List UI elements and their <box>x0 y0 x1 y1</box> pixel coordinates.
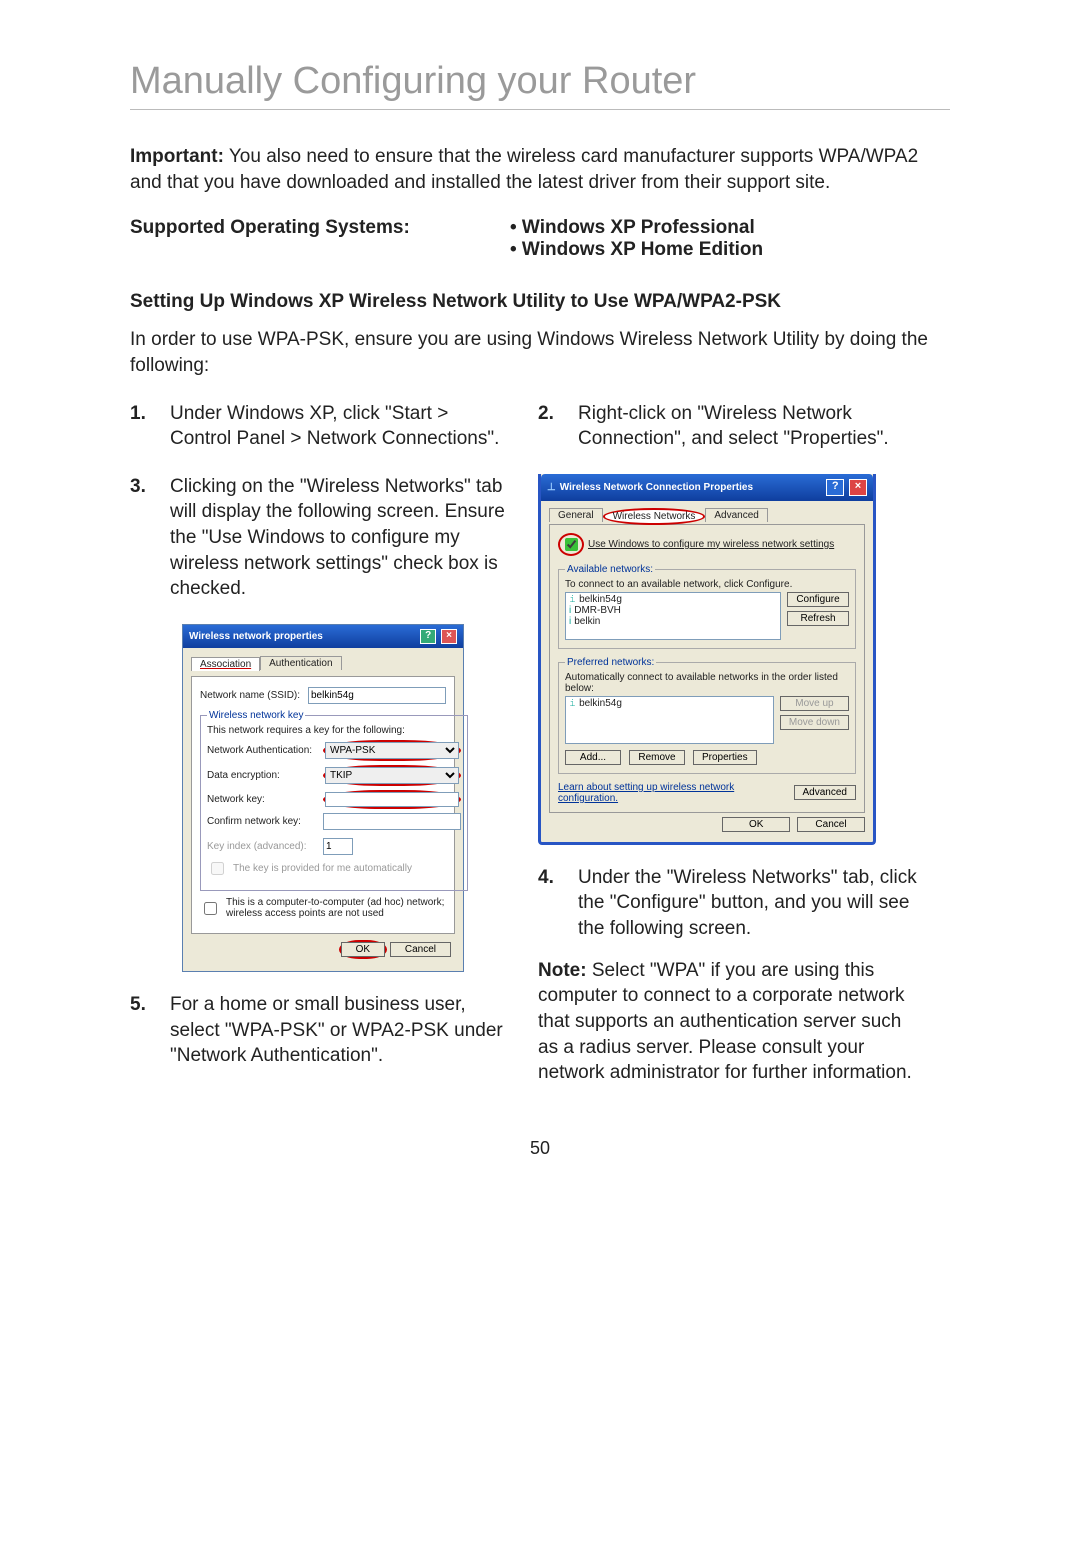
connection-properties-dialog: ⊥Wireless Network Connection Properties … <box>538 474 876 845</box>
tab-wireless-networks[interactable]: Wireless Networks <box>603 508 706 525</box>
signal-icon: 𝚒 <box>569 698 576 709</box>
ok-button[interactable]: OK <box>722 817 790 832</box>
adhoc-label: This is a computer-to-computer (ad hoc) … <box>226 897 446 919</box>
properties-button[interactable]: Properties <box>693 750 757 765</box>
important-paragraph: Important: You also need to ensure that … <box>130 144 950 195</box>
tab-association[interactable]: Association <box>191 657 260 671</box>
important-text: You also need to ensure that the wireles… <box>130 146 918 193</box>
available-hint: To connect to an available network, clic… <box>565 579 849 590</box>
ok-button[interactable]: OK <box>341 942 385 957</box>
list-item[interactable]: belkin <box>574 616 600 627</box>
antenna-icon: ⊥ <box>547 482 556 493</box>
tab-advanced[interactable]: Advanced <box>705 508 767 522</box>
auth-select[interactable]: WPA-PSK <box>325 742 459 759</box>
intro-paragraph: In order to use WPA-PSK, ensure you are … <box>130 327 950 378</box>
step-number: 3. <box>130 474 152 602</box>
step-number: 4. <box>538 865 560 942</box>
auto-key-checkbox <box>211 862 224 875</box>
page-title: Manually Configuring your Router <box>130 60 950 110</box>
preferred-legend: Preferred networks: <box>565 657 656 668</box>
list-item[interactable]: belkin54g <box>579 698 622 709</box>
tab-general[interactable]: General <box>549 508 603 522</box>
move-down-button: Move down <box>780 715 849 730</box>
preferred-listbox[interactable]: 𝚒belkin54g <box>565 696 774 744</box>
available-listbox[interactable]: 𝚒belkin54g iDMR-BVH ibelkin <box>565 592 781 640</box>
cancel-button[interactable]: Cancel <box>390 942 451 957</box>
dialog-title: Wireless Network Connection Properties <box>560 482 753 493</box>
cancel-button[interactable]: Cancel <box>797 817 865 832</box>
use-windows-checkbox[interactable] <box>565 538 578 551</box>
ssid-label: Network name (SSID): <box>200 690 302 701</box>
signal-icon: i <box>569 616 571 627</box>
ssid-input[interactable] <box>308 687 446 704</box>
move-up-button: Move up <box>780 696 849 711</box>
os-item-1: • Windows XP Professional <box>510 217 763 239</box>
learn-link[interactable]: Learn about setting up wireless network … <box>558 782 788 804</box>
dialog-title: Wireless network properties <box>189 631 323 642</box>
configure-button[interactable]: Configure <box>787 592 849 607</box>
enc-label: Data encryption: <box>207 770 317 781</box>
available-legend: Available networks: <box>565 564 655 575</box>
step-text: Under the "Wireless Networks" tab, click… <box>578 865 918 942</box>
step-text: Right-click on "Wireless Network Connect… <box>578 401 918 452</box>
use-windows-label: Use Windows to configure my wireless net… <box>588 539 834 550</box>
list-item[interactable]: DMR-BVH <box>574 605 621 616</box>
adhoc-checkbox[interactable] <box>204 902 217 915</box>
important-label: Important: <box>130 146 224 167</box>
key-label: Network key: <box>207 794 317 805</box>
key-input[interactable] <box>325 792 459 807</box>
help-icon[interactable]: ? <box>826 479 844 496</box>
step-text: For a home or small business user, selec… <box>170 992 510 1069</box>
section-subheading: Setting Up Windows XP Wireless Network U… <box>130 291 950 313</box>
signal-icon: 𝚒 <box>569 594 576 605</box>
os-item-2: • Windows XP Home Edition <box>510 239 763 261</box>
preferred-hint: Automatically connect to available netwo… <box>565 672 849 694</box>
auth-label: Network Authentication: <box>207 745 317 756</box>
confirm-key-input[interactable] <box>323 813 461 830</box>
advanced-button[interactable]: Advanced <box>794 785 856 800</box>
step-number: 1. <box>130 401 152 452</box>
step-text: Clicking on the "Wireless Networks" tab … <box>170 474 510 602</box>
add-button[interactable]: Add... <box>565 750 621 765</box>
key-required-text: This network requires a key for the foll… <box>207 725 461 736</box>
list-item[interactable]: belkin54g <box>579 594 622 605</box>
tab-authentication[interactable]: Authentication <box>260 656 341 670</box>
refresh-button[interactable]: Refresh <box>787 611 849 626</box>
supported-os-label: Supported Operating Systems: <box>130 217 450 261</box>
page-number: 50 <box>130 1138 950 1159</box>
key-index-label: Key index (advanced): <box>207 841 317 852</box>
help-icon[interactable]: ? <box>420 629 436 644</box>
step-number: 5. <box>130 992 152 1069</box>
signal-icon: i <box>569 605 571 616</box>
enc-select[interactable]: TKIP <box>325 767 459 784</box>
note-paragraph: Note: Select "WPA" if you are using this… <box>538 958 918 1086</box>
confirm-key-label: Confirm network key: <box>207 816 317 827</box>
close-icon[interactable]: × <box>849 479 867 496</box>
close-icon[interactable]: × <box>441 629 457 644</box>
note-label: Note: <box>538 960 587 981</box>
remove-button[interactable]: Remove <box>629 750 685 765</box>
key-index-input <box>323 838 353 855</box>
auto-key-label: The key is provided for me automatically <box>233 863 412 874</box>
step-text: Under Windows XP, click "Start > Control… <box>170 401 510 452</box>
wireless-properties-dialog: Wireless network properties ? × Associat… <box>182 624 464 972</box>
note-text: Select "WPA" if you are using this compu… <box>538 960 912 1084</box>
key-legend: Wireless network key <box>207 710 305 721</box>
step-number: 2. <box>538 401 560 452</box>
